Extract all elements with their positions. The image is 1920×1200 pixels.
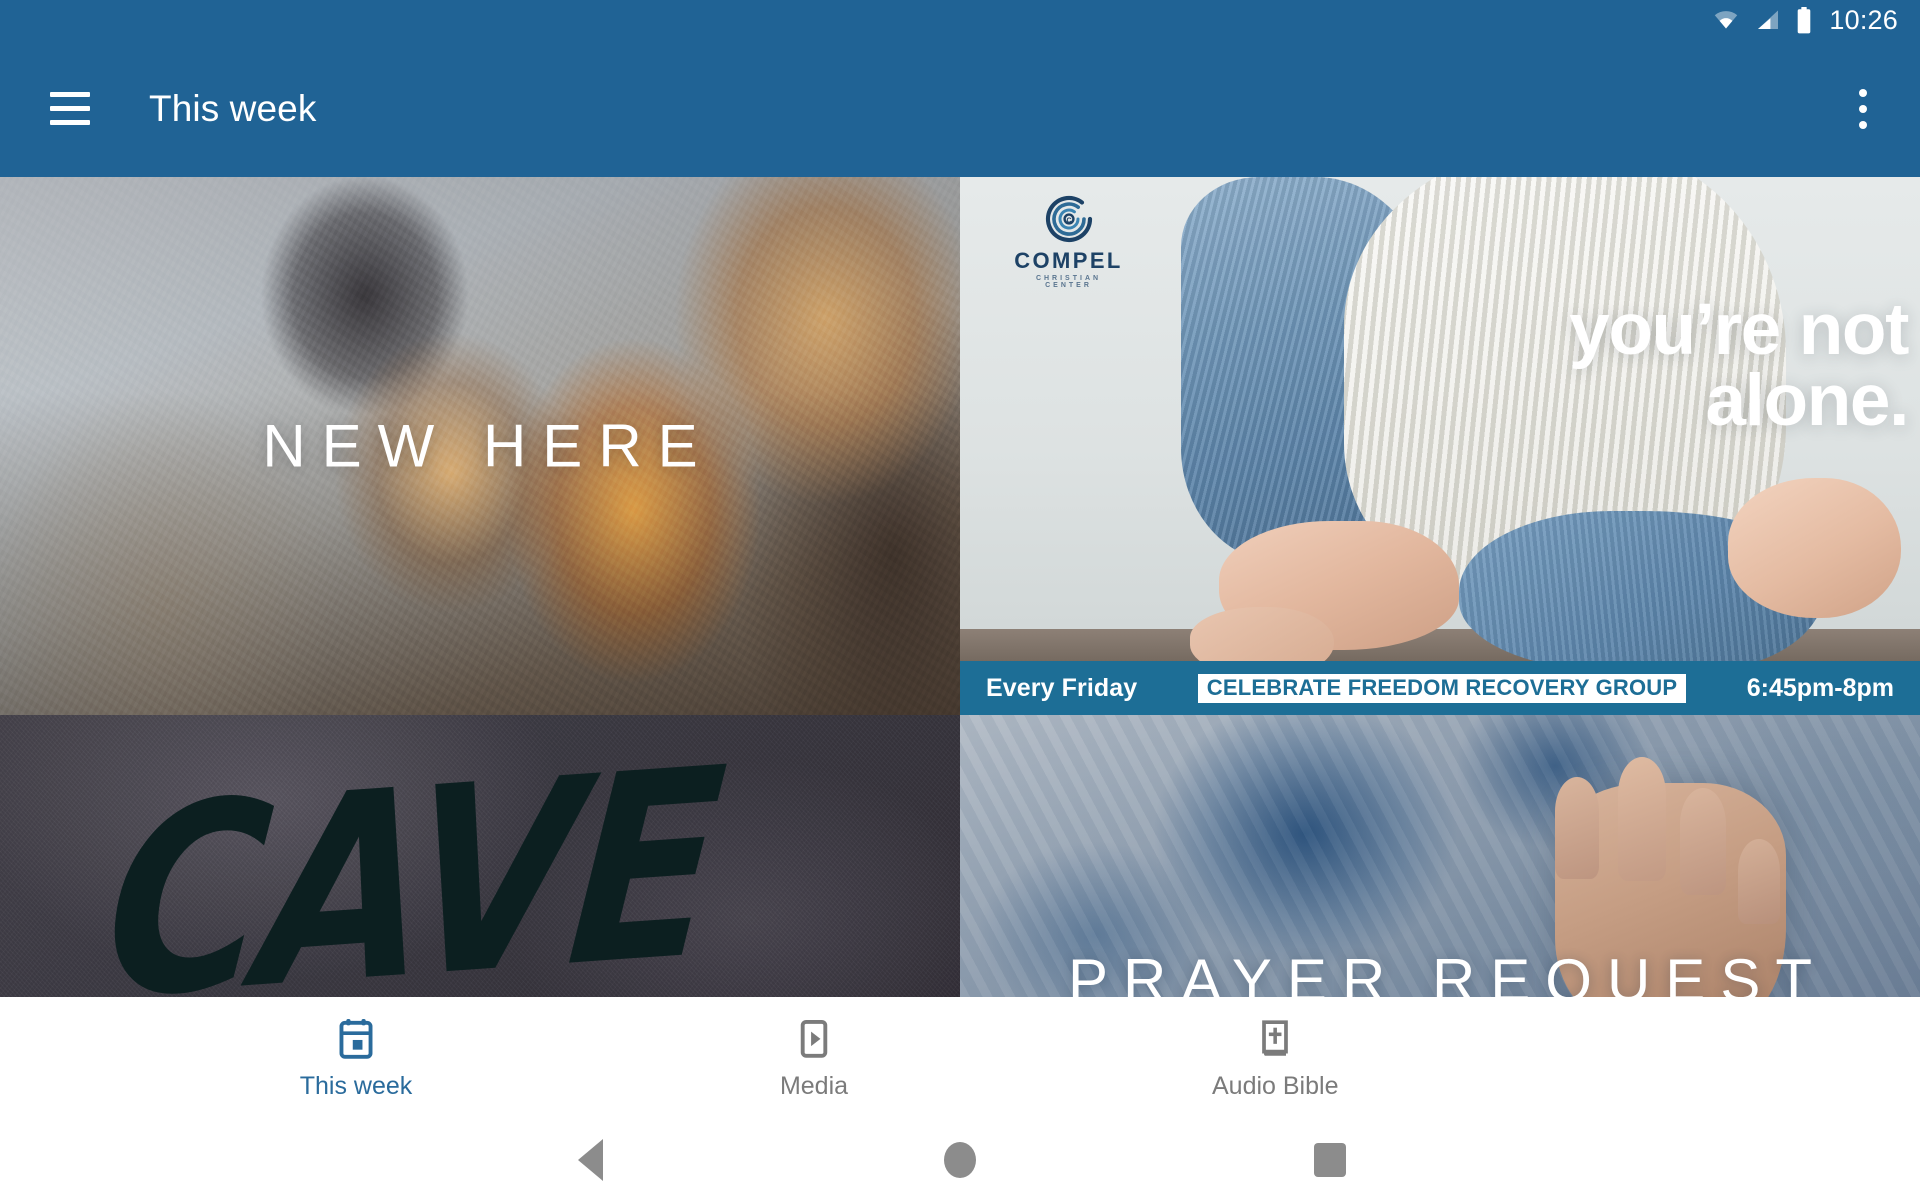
prayer-finger-1 [1555,777,1600,879]
back-triangle-icon[interactable] [560,1130,620,1190]
not-alone-headline-line2: alone. [1705,359,1909,441]
hamburger-menu-icon[interactable] [50,92,90,125]
banner-day: Every Friday [986,673,1138,702]
tab-audio-bible-label: Audio Bible [1212,1072,1339,1100]
tab-this-week[interactable]: This week [296,1018,416,1099]
tab-audio-bible[interactable]: Audio Bible [1212,1018,1338,1099]
app-bar: This week [0,40,1920,177]
more-vertical-icon[interactable] [1840,74,1886,144]
prayer-finger-2 [1617,757,1666,882]
battery-icon [1795,6,1813,34]
bottom-tab-bar: This week Media Audio Bible [0,997,1920,1120]
status-bar-clock: 10:26 [1829,4,1898,35]
compel-logo: C COMPEL CHRISTIAN CENTER [1011,194,1126,289]
not-alone-headline: you’re not alone. [1569,289,1909,441]
bible-icon [1255,1018,1295,1065]
wifi-icon [1711,8,1741,32]
content-grid: NEW HERE C COMPEL CHRISTIAN CENTER you’r… [0,177,1920,997]
tab-media-label: Media [779,1072,849,1100]
tab-this-week-label: This week [299,1072,413,1100]
not-alone-headline-line1: you’re not [1569,289,1909,370]
compel-logo-name: COMPEL [1014,248,1123,273]
compel-logo-subtitle: CHRISTIAN CENTER [1035,275,1102,289]
banner-title-wrap: CELEBRATE FREEDOM RECOVERY GROUP [1137,673,1746,703]
prayer-finger-3 [1680,788,1727,896]
svg-text:C: C [1066,218,1071,225]
banner-title: CELEBRATE FREEDOM RECOVERY GROUP [1197,673,1687,703]
card-not-alone[interactable]: C COMPEL CHRISTIAN CENTER you’re not alo… [960,177,1920,715]
card-prayer-request[interactable]: PRAYER REQUEST [960,715,1920,997]
calendar-icon [336,1018,376,1065]
tab-media[interactable]: Media [754,1018,874,1099]
card-cave-title: CAVE [95,715,728,997]
recovery-group-banner: Every Friday CELEBRATE FREEDOM RECOVERY … [960,661,1920,715]
compel-logo-mark: C [1011,194,1126,249]
status-bar: 10:26 [0,0,1920,40]
home-circle-icon[interactable] [930,1130,990,1190]
android-app-screen: 10:26 This week NEW HERE C COMPEL CHRIST… [0,0,1920,1200]
card-new-here-title: NEW HERE [262,412,714,480]
system-navigation-bar [0,1120,1920,1200]
page-title: This week [149,87,317,129]
card-new-here[interactable]: NEW HERE [0,177,960,715]
cellular-signal-icon [1754,8,1782,32]
recents-square-icon[interactable] [1300,1130,1360,1190]
video-play-icon [794,1018,834,1065]
card-prayer-request-title: PRAYER REQUEST [1068,947,1827,997]
prayer-finger-4 [1737,839,1780,924]
card-cave[interactable]: CAVE [0,715,960,997]
banner-time: 6:45pm-8pm [1746,673,1894,702]
not-alone-foot [1728,478,1901,619]
